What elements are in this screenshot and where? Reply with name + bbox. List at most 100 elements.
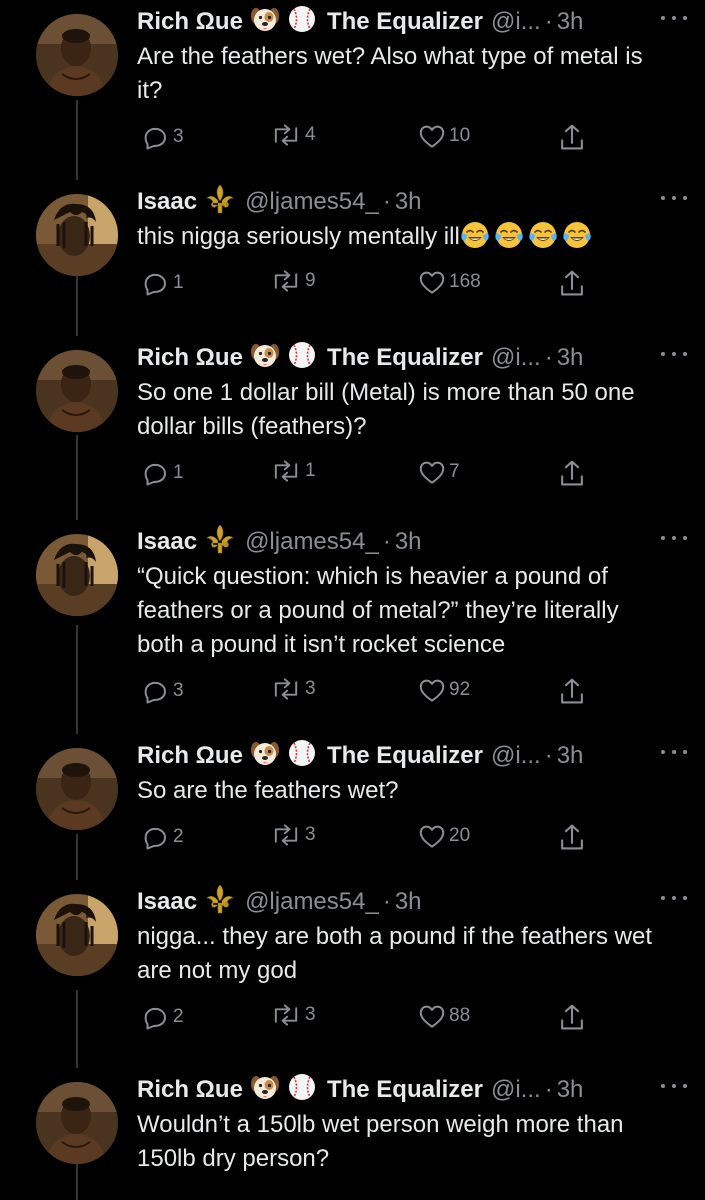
tears-of-joy-emoji bbox=[562, 220, 592, 250]
dog-face-emoji bbox=[249, 340, 281, 370]
tweet-body: Isaac @ljames54_ · 3h “Quick question: w… bbox=[137, 524, 687, 712]
share-button[interactable] bbox=[555, 676, 587, 708]
more-options-icon[interactable] bbox=[661, 16, 687, 24]
author-name-suffix[interactable]: The Equalizer bbox=[327, 344, 483, 372]
thread-connector-line bbox=[76, 275, 78, 336]
author-handle[interactable]: @ljames54_ bbox=[245, 528, 379, 556]
like-button[interactable]: 7 bbox=[415, 458, 460, 486]
author-handle[interactable]: @i... bbox=[491, 8, 541, 36]
like-button[interactable]: 10 bbox=[415, 122, 470, 150]
author-name-suffix[interactable]: The Equalizer bbox=[327, 1076, 483, 1104]
avatar[interactable] bbox=[36, 14, 118, 96]
tweet-timestamp[interactable]: 3h bbox=[557, 742, 584, 770]
author-handle[interactable]: @i... bbox=[491, 344, 541, 372]
avatar[interactable] bbox=[36, 350, 118, 432]
thread-connector-line bbox=[76, 100, 78, 180]
author-handle[interactable]: @i... bbox=[491, 742, 541, 770]
reply-button[interactable]: 1 bbox=[137, 268, 184, 298]
heart-icon bbox=[417, 822, 447, 850]
author-badges bbox=[243, 340, 317, 377]
retweet-count: 9 bbox=[305, 270, 316, 291]
share-button[interactable] bbox=[555, 458, 587, 490]
retweet-count: 3 bbox=[305, 678, 316, 699]
like-count: 168 bbox=[449, 271, 481, 292]
more-options-icon[interactable] bbox=[661, 352, 687, 360]
reply-count: 3 bbox=[173, 126, 184, 147]
reply-count: 1 bbox=[173, 462, 184, 483]
author-name-suffix[interactable]: The Equalizer bbox=[327, 8, 483, 36]
tweet-timestamp[interactable]: 3h bbox=[395, 888, 422, 916]
retweet-button[interactable]: 3 bbox=[267, 1002, 316, 1028]
more-options-icon[interactable] bbox=[661, 536, 687, 544]
baseball-emoji bbox=[287, 340, 317, 370]
author-handle[interactable]: @i... bbox=[491, 1076, 541, 1104]
avatar[interactable] bbox=[36, 194, 118, 276]
author-name[interactable]: Isaac bbox=[137, 888, 197, 916]
retweet-button[interactable]: 1 bbox=[267, 458, 316, 484]
more-options-icon[interactable] bbox=[661, 1084, 687, 1092]
more-options-icon[interactable] bbox=[661, 896, 687, 904]
thread-connector-line bbox=[76, 834, 78, 880]
tweet-actions: 1 1 7 bbox=[137, 458, 597, 494]
author-name[interactable]: Isaac bbox=[137, 188, 197, 216]
tweet-timestamp[interactable]: 3h bbox=[395, 528, 422, 556]
like-button[interactable]: 168 bbox=[415, 268, 481, 296]
avatar[interactable] bbox=[36, 534, 118, 616]
more-options-icon[interactable] bbox=[661, 750, 687, 758]
tweet-body: Rich Ωue The Equalizer @i... · 3h So are… bbox=[137, 739, 687, 858]
reply-button[interactable]: 1 bbox=[137, 458, 184, 488]
retweet-icon bbox=[269, 822, 303, 848]
reply-button[interactable]: 3 bbox=[137, 122, 184, 152]
retweet-button[interactable]: 9 bbox=[267, 268, 316, 294]
retweet-icon bbox=[269, 1002, 303, 1028]
avatar[interactable] bbox=[36, 748, 118, 830]
reply-button[interactable]: 2 bbox=[137, 822, 184, 852]
retweet-icon bbox=[269, 676, 303, 702]
reply-icon bbox=[139, 458, 171, 488]
author-name[interactable]: Rich Ωue bbox=[137, 8, 243, 36]
heart-icon bbox=[417, 458, 447, 486]
author-handle[interactable]: @ljames54_ bbox=[245, 888, 379, 916]
thread-connector-line bbox=[76, 435, 78, 520]
tweet-timestamp[interactable]: 3h bbox=[557, 344, 584, 372]
retweet-button[interactable]: 3 bbox=[267, 676, 316, 702]
retweet-count: 3 bbox=[305, 824, 316, 845]
author-name-suffix[interactable]: The Equalizer bbox=[327, 742, 483, 770]
reply-count: 2 bbox=[173, 1006, 184, 1027]
reply-button[interactable]: 3 bbox=[137, 676, 184, 706]
reply-button[interactable]: 2 bbox=[137, 1002, 184, 1032]
tweet-actions: 1 9 168 bbox=[137, 268, 597, 304]
share-icon bbox=[557, 122, 587, 154]
like-button[interactable]: 88 bbox=[415, 1002, 470, 1030]
more-options-icon[interactable] bbox=[661, 196, 687, 204]
dog-face-emoji bbox=[249, 4, 281, 34]
share-button[interactable] bbox=[555, 822, 587, 854]
heart-icon bbox=[417, 268, 447, 296]
avatar[interactable] bbox=[36, 1082, 118, 1164]
tweet-timestamp[interactable]: 3h bbox=[395, 188, 422, 216]
retweet-button[interactable]: 3 bbox=[267, 822, 316, 848]
tweet-thread: Rich Ωue The Equalizer @i... · 3h Are th… bbox=[0, 0, 705, 1200]
like-button[interactable]: 92 bbox=[415, 676, 470, 704]
tweet-timestamp[interactable]: 3h bbox=[557, 1076, 584, 1104]
author-name[interactable]: Rich Ωue bbox=[137, 344, 243, 372]
author-name[interactable]: Isaac bbox=[137, 528, 197, 556]
share-button[interactable] bbox=[555, 1002, 587, 1034]
tears-of-joy-emoji bbox=[460, 220, 490, 250]
author-name[interactable]: Rich Ωue bbox=[137, 1076, 243, 1104]
retweet-count: 4 bbox=[305, 124, 316, 145]
reply-count: 2 bbox=[173, 826, 184, 847]
like-button[interactable]: 20 bbox=[415, 822, 470, 850]
share-button[interactable] bbox=[555, 122, 587, 154]
tweet-timestamp[interactable]: 3h bbox=[557, 8, 584, 36]
author-handle[interactable]: @ljames54_ bbox=[245, 188, 379, 216]
tears-of-joy-emoji bbox=[494, 220, 524, 250]
retweet-button[interactable]: 4 bbox=[267, 122, 316, 148]
tweet-actions: 3 4 10 bbox=[137, 122, 597, 158]
share-button[interactable] bbox=[555, 268, 587, 300]
tweet-header: Isaac @ljames54_ · 3h bbox=[137, 184, 687, 218]
author-name[interactable]: Rich Ωue bbox=[137, 742, 243, 770]
tweet-header: Rich Ωue The Equalizer @i... · 3h bbox=[137, 739, 687, 772]
retweet-count: 3 bbox=[305, 1004, 316, 1025]
avatar[interactable] bbox=[36, 894, 118, 976]
